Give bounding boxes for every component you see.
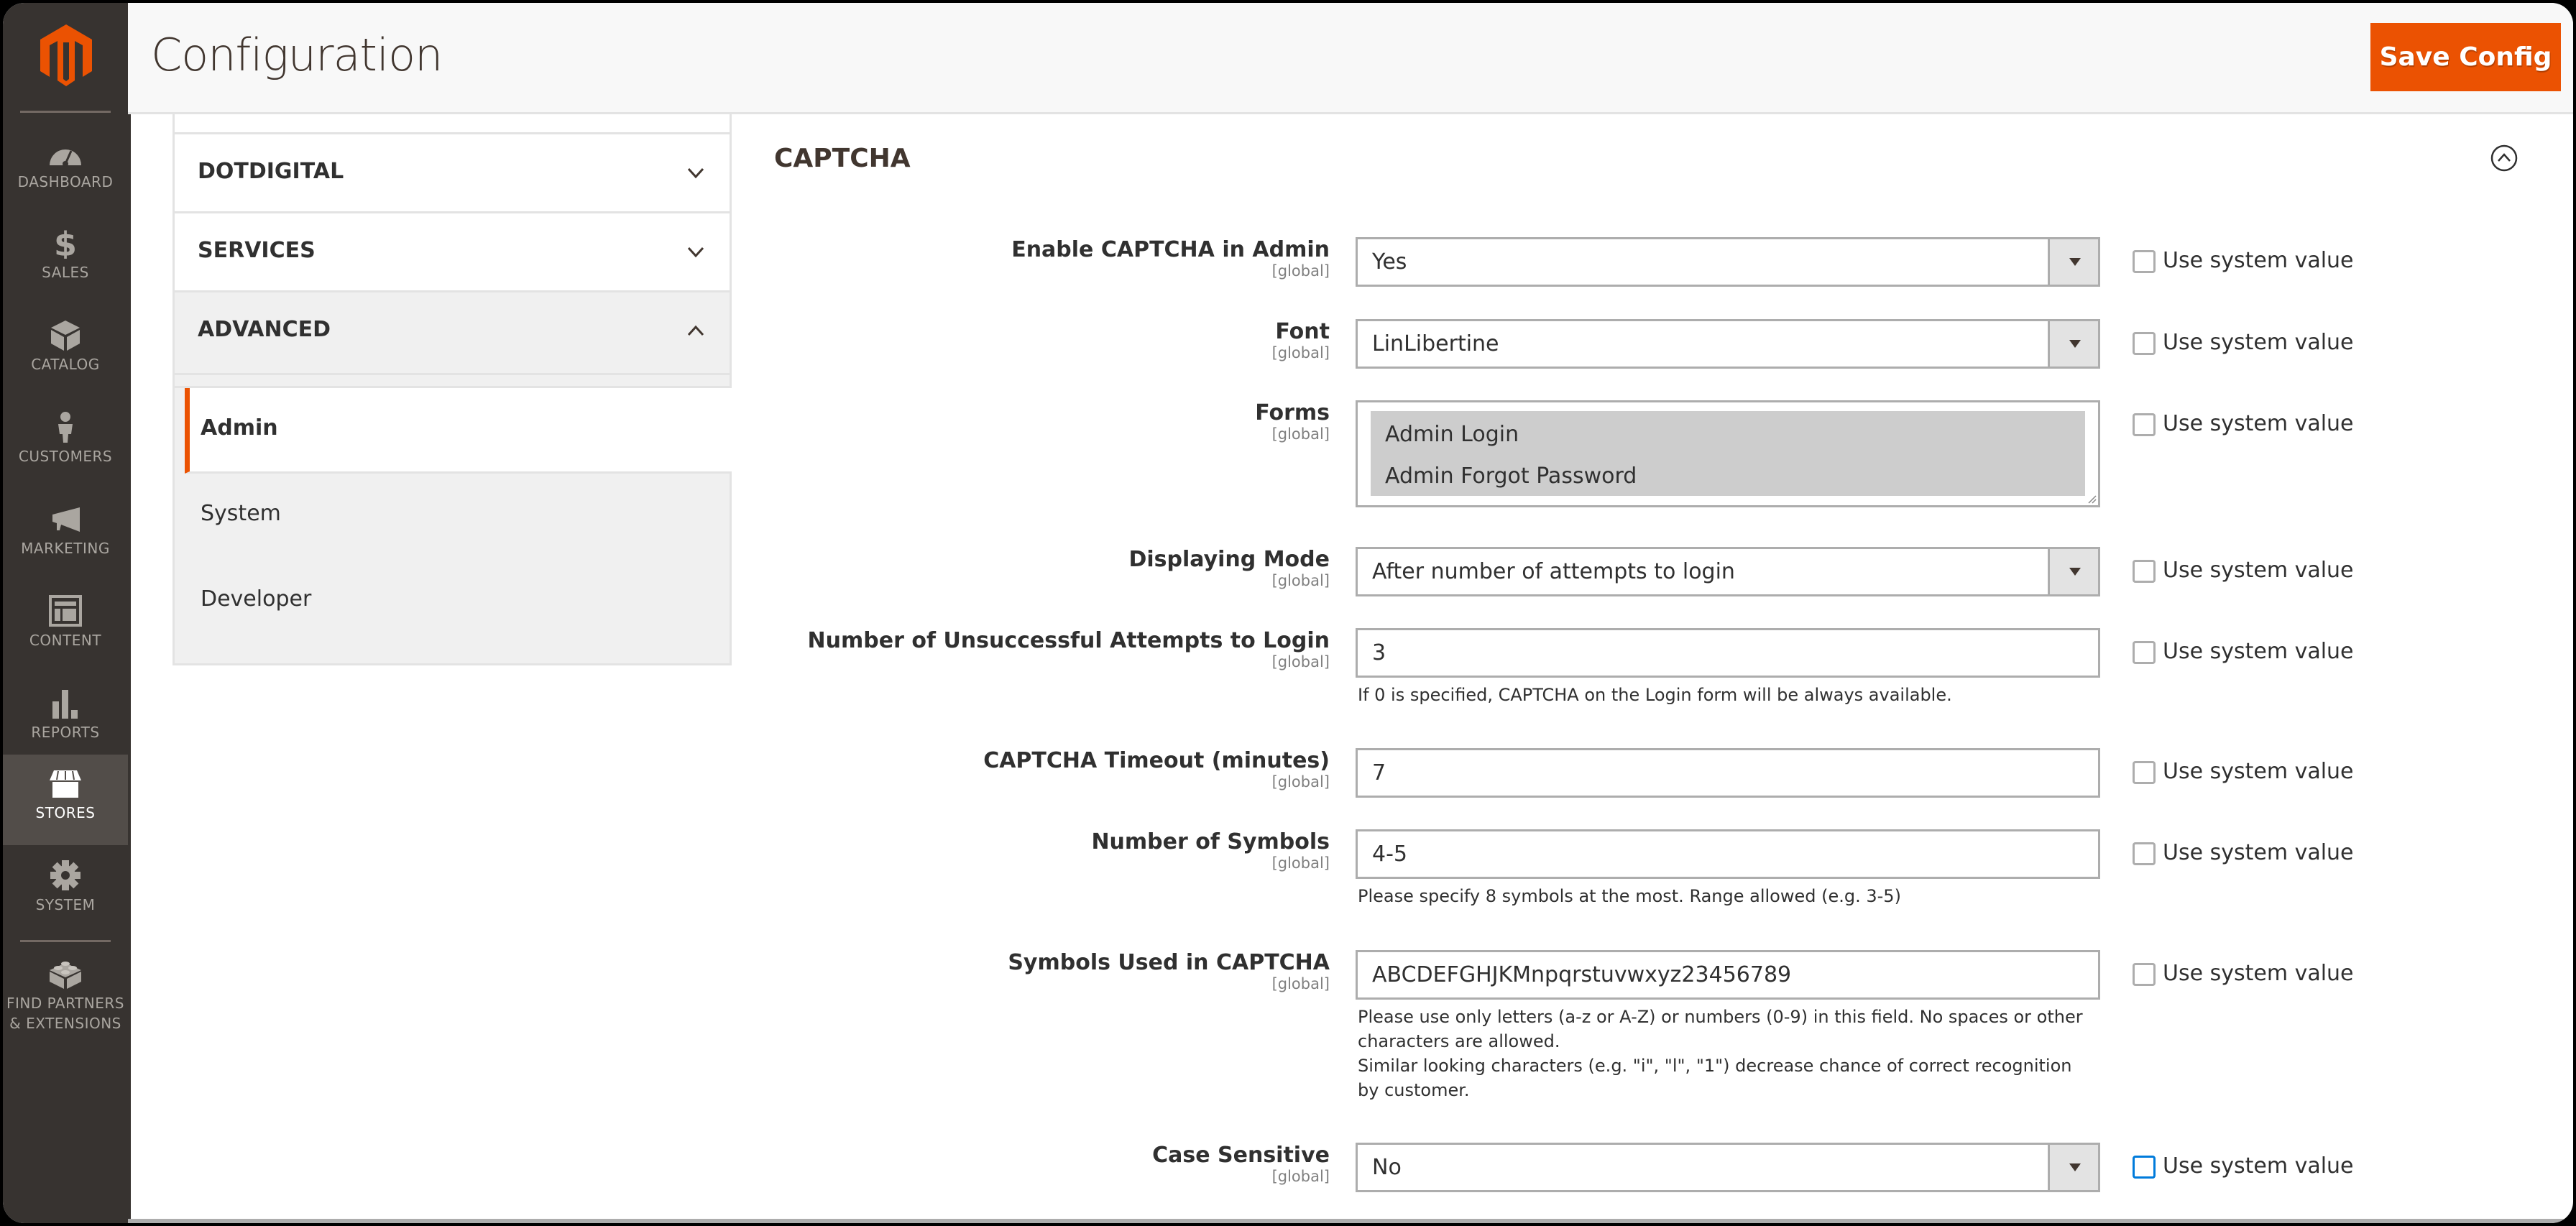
collapse-section-icon[interactable] [2490, 144, 2518, 172]
resize-handle-icon[interactable] [2087, 494, 2097, 504]
config-tabs-panel: DOTDIGITAL SERVICES ADVANCED Admin Syste… [172, 114, 732, 665]
chevron-down-icon [687, 167, 704, 179]
bottom-edge [128, 1219, 2573, 1223]
svg-text:$: $ [54, 227, 77, 259]
chevron-down-icon [687, 246, 704, 258]
page-header: Configuration Save Config [128, 3, 2573, 114]
app-window: DASHBOARD $ SALES CATALOG CUSTOMERS MARK… [3, 3, 2573, 1223]
config-section-dotdigital[interactable]: DOTDIGITAL [172, 134, 732, 213]
gear-icon [50, 860, 80, 890]
nav-item-dashboard[interactable]: DASHBOARD [3, 124, 128, 214]
field-note: Please specify 8 symbols at the most. Ra… [1358, 886, 1901, 906]
scope-label: [global] [1271, 773, 1330, 791]
number-of-symbols-input[interactable]: 4-5 [1356, 829, 2100, 879]
dropdown-arrow-icon [2048, 1145, 2098, 1190]
nav-item-find-partners[interactable]: FIND PARTNERS & EXTENSIONS [3, 944, 128, 1052]
field-label: Symbols Used in CAPTCHA [1008, 950, 1330, 975]
scope-label: [global] [1271, 1168, 1330, 1185]
case-sensitive-select[interactable]: No [1356, 1143, 2100, 1192]
save-config-button[interactable]: Save Config [2370, 23, 2561, 91]
field-note: Similar looking characters (e.g. "i", "l… [1358, 1056, 2072, 1100]
font-select[interactable]: LinLibertine [1356, 319, 2100, 369]
scope-label: [global] [1271, 572, 1330, 589]
field-label: Case Sensitive [1152, 1143, 1330, 1168]
field-note: Please use only letters (a-z or A-Z) or … [1358, 1007, 2083, 1051]
nav-item-stores[interactable]: STORES [3, 755, 128, 845]
config-section-advanced[interactable]: ADVANCED [172, 292, 732, 375]
field-note: If 0 is specified, CAPTCHA on the Login … [1358, 685, 1952, 705]
scope-label: [global] [1271, 854, 1330, 872]
person-icon [58, 412, 73, 443]
field-label: Displaying Mode [1128, 547, 1330, 572]
dashboard-gauge-icon [50, 149, 81, 167]
config-item-admin[interactable]: Admin [185, 388, 732, 474]
nav-item-system[interactable]: SYSTEM [3, 847, 128, 937]
layout-icon [49, 595, 82, 627]
bar-chart-icon [52, 690, 78, 719]
admin-sidebar: DASHBOARD $ SALES CATALOG CUSTOMERS MARK… [3, 3, 131, 1223]
box-icon [51, 321, 80, 351]
megaphone-icon [52, 507, 80, 532]
section-title-captcha[interactable]: CAPTCHA [774, 144, 911, 173]
page-title: Configuration [151, 29, 443, 81]
dropdown-arrow-icon [2048, 239, 2098, 285]
field-label: Number of Symbols [1091, 829, 1330, 854]
magento-logo-icon[interactable] [37, 23, 95, 88]
multiselect-option[interactable]: Admin Forgot Password [1371, 458, 2085, 500]
nav-item-customers[interactable]: CUSTOMERS [3, 398, 128, 489]
nav-divider [20, 940, 111, 942]
field-label: Enable CAPTCHA in Admin [1011, 237, 1330, 262]
scope-label: [global] [1271, 425, 1330, 443]
nav-item-marketing[interactable]: MARKETING [3, 490, 128, 581]
scope-label: [global] [1271, 975, 1330, 992]
field-label: CAPTCHA Timeout (minutes) [983, 748, 1330, 773]
field-label: Forms [1255, 400, 1330, 425]
forms-multiselect[interactable]: Admin Login Admin Forgot Password [1356, 400, 2100, 507]
displaying-mode-select[interactable]: After number of attempts to login [1356, 547, 2100, 596]
nav-divider [20, 111, 111, 113]
field-label: Number of Unsuccessful Attempts to Login [807, 628, 1330, 653]
symbols-used-input[interactable]: ABCDEFGHJKMnpqrstuvwxyz23456789 [1356, 950, 2100, 1000]
scope-label: [global] [1271, 262, 1330, 280]
enable-captcha-select[interactable]: Yes [1356, 237, 2100, 287]
dollar-icon: $ [54, 227, 77, 259]
nav-item-sales[interactable]: $ SALES [3, 214, 128, 305]
nav-item-content[interactable]: CONTENT [3, 582, 128, 673]
scope-label: [global] [1271, 653, 1330, 670]
nav-item-reports[interactable]: REPORTS [3, 674, 128, 765]
captcha-timeout-input[interactable]: 7 [1356, 748, 2100, 798]
config-item-developer[interactable]: Developer [185, 559, 730, 645]
scope-label: [global] [1271, 344, 1330, 361]
dropdown-arrow-icon [2048, 549, 2098, 594]
lego-brick-icon [50, 962, 81, 989]
unsuccessful-attempts-input[interactable]: 3 [1356, 628, 2100, 678]
chevron-up-icon [687, 325, 704, 336]
field-label: Font [1275, 319, 1330, 344]
dropdown-arrow-icon [2048, 321, 2098, 367]
config-section-services[interactable]: SERVICES [172, 213, 732, 292]
nav-item-catalog[interactable]: CATALOG [3, 306, 128, 397]
storefront-icon [50, 770, 81, 798]
multiselect-option[interactable]: Admin Login [1371, 417, 2085, 458]
config-tab-previous-section[interactable] [172, 114, 732, 134]
advanced-subitems: Admin System Developer [172, 388, 732, 665]
config-item-system[interactable]: System [185, 474, 730, 559]
